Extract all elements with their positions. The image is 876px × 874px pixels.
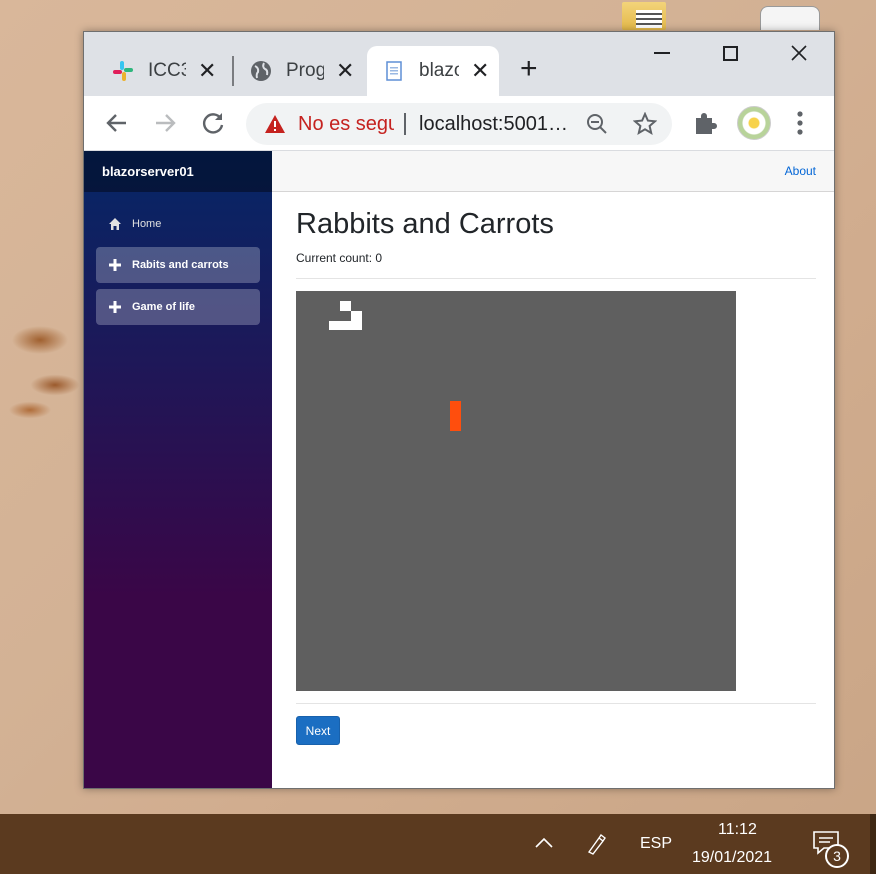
browser-toolbar: No es seguro localhost:5001/rabbitsandca… bbox=[84, 96, 834, 151]
zoom-out-icon[interactable] bbox=[586, 113, 608, 135]
current-count: Current count: 0 bbox=[296, 251, 383, 265]
forward-icon[interactable] bbox=[150, 108, 180, 138]
taskbar: ESP 11:12 19/01/2021 bbox=[0, 814, 876, 874]
sidebar-item-label: Rabits and carrots bbox=[132, 259, 229, 271]
tab-separator bbox=[232, 56, 234, 86]
warning-icon[interactable] bbox=[264, 114, 286, 134]
more-menu-icon[interactable] bbox=[796, 110, 804, 136]
security-status[interactable]: No es seguro bbox=[298, 113, 394, 136]
minimize-button[interactable] bbox=[654, 52, 670, 54]
tab-strip: ICC3 ✕ Prog ✕ blazo ✕ + bbox=[84, 32, 834, 96]
tab-title: blazo bbox=[419, 60, 459, 81]
address-bar[interactable]: No es seguro localhost:5001/rabbitsandca… bbox=[246, 103, 672, 145]
carrot-cell bbox=[450, 401, 461, 431]
tab-prog[interactable]: Prog ✕ bbox=[250, 46, 354, 96]
url-text[interactable]: localhost:5001/rabbitsandcarrots bbox=[419, 113, 569, 136]
notification-count-badge: 3 bbox=[825, 844, 849, 868]
close-tab-icon[interactable]: ✕ bbox=[336, 60, 354, 82]
omnibox-separator bbox=[404, 113, 406, 135]
sidebar-item-label: Game of life bbox=[132, 301, 195, 313]
input-language[interactable]: ESP bbox=[640, 835, 672, 853]
top-row: About bbox=[272, 151, 834, 192]
brand-bar: blazorserver01 bbox=[84, 151, 272, 192]
plus-icon bbox=[109, 301, 121, 313]
tab-title: ICC3 bbox=[148, 60, 186, 81]
desktop-folder-icon[interactable] bbox=[622, 2, 666, 30]
show-desktop-button[interactable] bbox=[870, 814, 876, 874]
slack-icon bbox=[113, 61, 133, 81]
desktop-folder-icon-2[interactable] bbox=[760, 6, 820, 30]
bookmark-star-icon[interactable] bbox=[633, 112, 657, 136]
next-button[interactable]: Next bbox=[296, 716, 340, 745]
home-icon bbox=[109, 218, 121, 230]
page-title: Rabbits and Carrots bbox=[296, 208, 554, 240]
sidebar-item-label: Home bbox=[132, 218, 162, 230]
maximize-button[interactable] bbox=[723, 46, 738, 61]
game-board[interactable] bbox=[296, 291, 736, 691]
chevron-up-icon[interactable] bbox=[535, 834, 553, 852]
empty-cell bbox=[329, 311, 351, 321]
tab-blazor[interactable]: blazo ✕ bbox=[367, 46, 499, 96]
extensions-icon[interactable] bbox=[692, 110, 718, 136]
tab-title: Prog bbox=[286, 60, 324, 81]
sidebar-item-game-of-life[interactable]: Game of life bbox=[96, 289, 260, 325]
browser-window: ICC3 ✕ Prog ✕ blazo ✕ + bbox=[83, 31, 835, 789]
sidebar-item-home[interactable]: Home bbox=[96, 206, 260, 242]
profile-avatar[interactable] bbox=[737, 106, 771, 140]
web-page: blazorserver01 Home Rabits and carrots G… bbox=[84, 151, 834, 788]
desktop-wallpaper-hand bbox=[0, 300, 90, 450]
brand-title[interactable]: blazorserver01 bbox=[102, 164, 194, 179]
pen-icon[interactable] bbox=[585, 832, 609, 856]
sidebar: blazorserver01 Home Rabits and carrots G… bbox=[84, 151, 272, 788]
close-tab-icon[interactable]: ✕ bbox=[198, 60, 216, 82]
page-icon bbox=[386, 61, 402, 81]
close-tab-icon[interactable]: ✕ bbox=[471, 60, 489, 82]
close-window-button[interactable] bbox=[791, 45, 807, 61]
divider bbox=[296, 703, 816, 704]
clock-time[interactable]: 11:12 bbox=[718, 821, 757, 839]
clock-date[interactable]: 19/01/2021 bbox=[692, 849, 772, 867]
about-link[interactable]: About bbox=[785, 164, 816, 178]
globe-icon bbox=[251, 61, 271, 81]
tab-icc3[interactable]: ICC3 ✕ bbox=[112, 46, 216, 96]
plus-icon bbox=[109, 259, 121, 271]
divider bbox=[296, 278, 816, 279]
back-icon[interactable] bbox=[102, 108, 132, 138]
reload-icon[interactable] bbox=[198, 108, 228, 138]
rabbit-cell bbox=[340, 301, 351, 311]
sidebar-item-rabits-and-carrots[interactable]: Rabits and carrots bbox=[96, 247, 260, 283]
new-tab-button[interactable]: + bbox=[520, 54, 538, 84]
